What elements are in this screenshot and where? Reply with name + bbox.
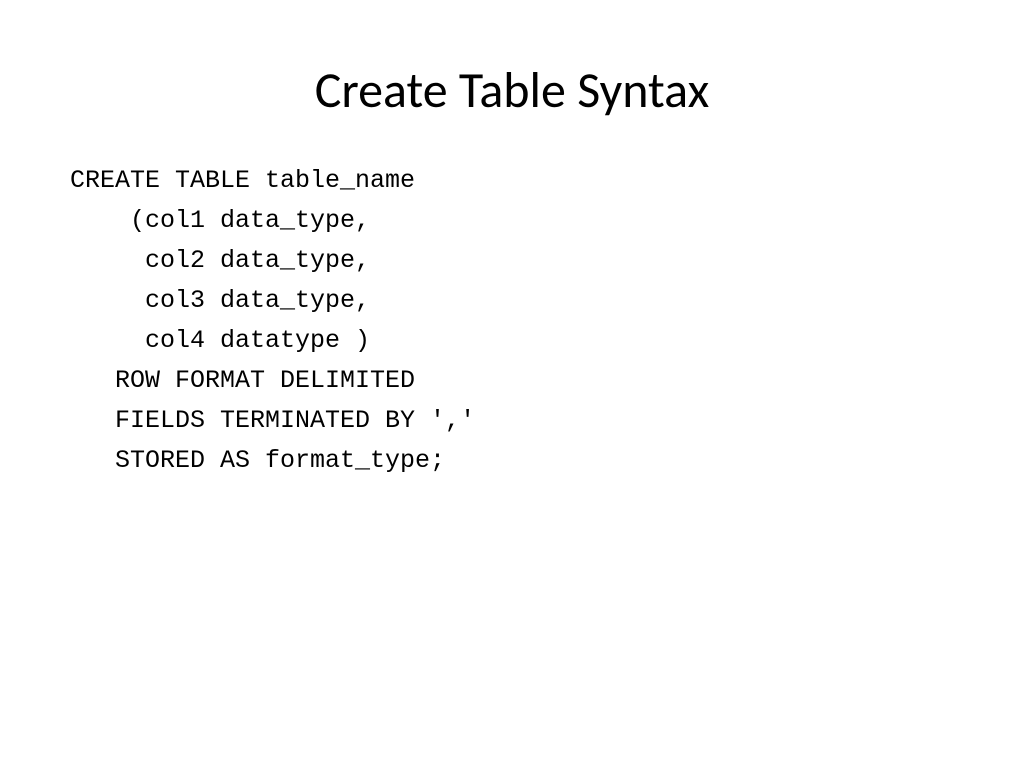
code-line: col3 data_type, [70, 286, 370, 315]
code-line: ROW FORMAT DELIMITED [70, 366, 415, 395]
code-line: (col1 data_type, [70, 206, 370, 235]
slide-title: Create Table Syntax [70, 60, 954, 121]
code-block: CREATE TABLE table_name (col1 data_type,… [70, 161, 954, 481]
code-line: col4 datatype ) [70, 326, 370, 355]
code-line: CREATE TABLE table_name [70, 166, 415, 195]
code-line: FIELDS TERMINATED BY ',' [70, 406, 475, 435]
slide-container: Create Table Syntax CREATE TABLE table_n… [0, 0, 1024, 768]
code-line: STORED AS format_type; [70, 446, 445, 475]
code-line: col2 data_type, [70, 246, 370, 275]
